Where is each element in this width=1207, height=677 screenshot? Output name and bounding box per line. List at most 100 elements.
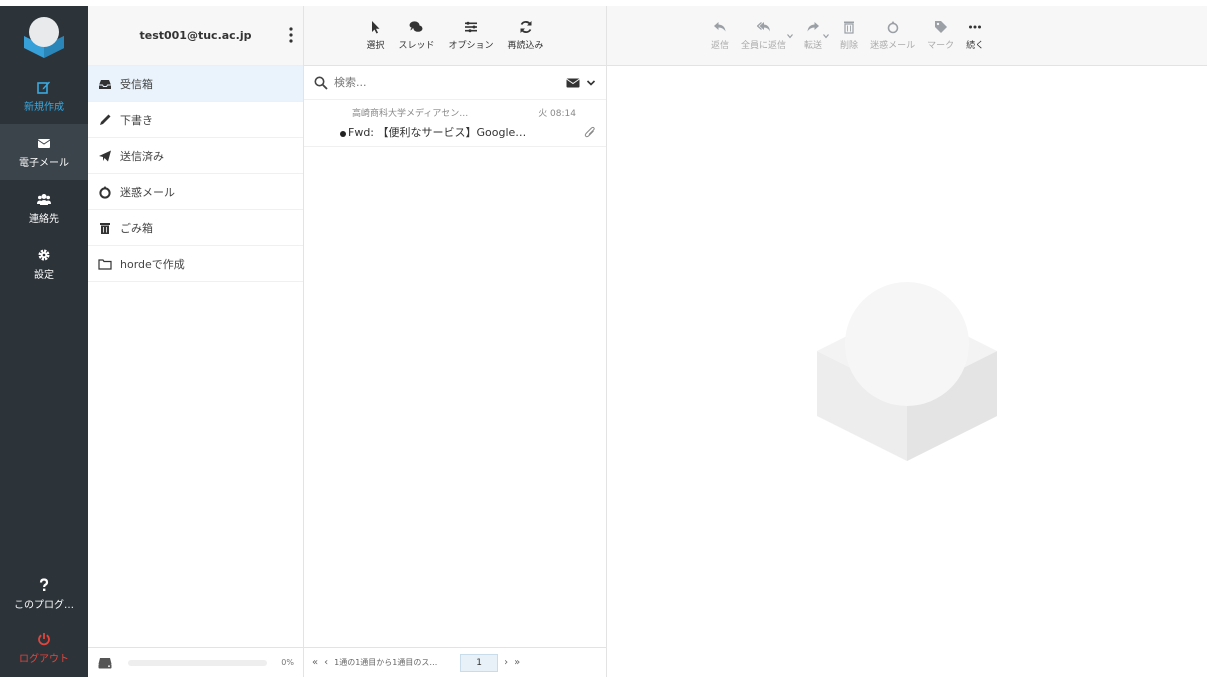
more-label: 続く (966, 41, 985, 51)
forward-dropdown-icon[interactable] (822, 32, 830, 40)
reply-all-button[interactable]: 全員に返信 (735, 10, 792, 62)
search-input[interactable] (334, 76, 566, 89)
delete-label: 削除 (840, 41, 859, 51)
list-icon (465, 21, 477, 33)
prev-page-button[interactable]: ‹ (324, 657, 328, 668)
mark-label: マーク (927, 41, 955, 51)
pointer-icon (372, 21, 380, 34)
envelope-icon (37, 138, 51, 148)
users-icon (37, 193, 51, 205)
nav-mail-label: 電子メール (19, 157, 69, 169)
options-label: オプション (448, 41, 494, 51)
account-email: test001@tuc.ac.jp (139, 29, 252, 42)
list-toolbar: 選択 スレッド オプション 再読込み (304, 6, 606, 66)
paper-plane-icon (99, 150, 111, 161)
nav-logout-label: ログアウト (19, 653, 69, 665)
power-icon (38, 632, 50, 645)
trash-icon (844, 21, 855, 34)
folder-inbox-label: 受信箱 (120, 77, 153, 91)
fire-icon (99, 185, 111, 199)
pagination-info: 1通の1通目から1通目のス… (334, 658, 438, 667)
account-menu-icon[interactable] (289, 26, 293, 44)
quota-bar: 0% (88, 647, 304, 677)
reply-button[interactable]: 返信 (705, 10, 735, 62)
chevron-down-icon[interactable] (586, 78, 596, 88)
junk-label: 迷惑メール (870, 41, 916, 51)
quota-progress (128, 659, 268, 666)
paperclip-icon (584, 126, 595, 138)
nav-mail[interactable]: 電子メール (0, 124, 88, 180)
compose-icon (37, 81, 50, 94)
refresh-label: 再読込み (507, 41, 544, 51)
pagination: « ‹ 1通の1通目から1通目のス… › » (304, 647, 607, 677)
gear-icon (38, 249, 50, 260)
search-icon[interactable] (314, 76, 328, 90)
roundcube-logo-icon (24, 17, 64, 58)
refresh-button[interactable]: 再読込み (502, 10, 550, 62)
folder-sent[interactable]: 送信済み (88, 138, 303, 174)
folder-junk-label: 迷惑メール (120, 185, 175, 199)
more-button[interactable]: 続く (960, 10, 990, 62)
junk-button[interactable]: 迷惑メール (864, 10, 921, 62)
main-nav: 新規作成 電子メール 連絡先 設定 このプログ… ログアウト (0, 6, 88, 677)
nav-logout[interactable]: ログアウト (0, 620, 88, 676)
reply-all-icon (756, 22, 770, 32)
question-icon (39, 577, 49, 591)
message-list-pane: 選択 スレッド オプション 再読込み 検索... 高崎商科大学メディアセン… 火… (304, 6, 607, 677)
mark-button[interactable]: マーク (921, 10, 960, 62)
reply-all-label: 全員に返信 (741, 41, 787, 51)
nav-about[interactable]: このプログ… (0, 566, 88, 622)
nav-contacts[interactable]: 連絡先 (0, 180, 88, 236)
preview-pane: 返信 全員に返信 転送 削除 迷惑メール マーク 続く (607, 6, 1207, 677)
options-button[interactable]: オプション (443, 10, 500, 62)
fire-icon (887, 21, 898, 34)
folder-sent-label: 送信済み (120, 149, 164, 163)
folder-horde[interactable]: hordeで作成 (88, 246, 303, 282)
message-subject: Fwd: 【便利なサービス】Google… (348, 126, 527, 139)
folder-junk[interactable]: 迷惑メール (88, 174, 303, 210)
folder-pane: test001@tuc.ac.jp 受信箱 下書き 送信済み 迷惑メール ごみ箱… (88, 6, 304, 677)
folder-trash-label: ごみ箱 (120, 221, 153, 235)
message-toolbar: 返信 全員に返信 転送 削除 迷惑メール マーク 続く (607, 6, 1207, 66)
folder-trash[interactable]: ごみ箱 (88, 210, 303, 246)
ellipsis-icon (969, 25, 982, 29)
folder-icon (98, 258, 112, 270)
folder-inbox[interactable]: 受信箱 (88, 66, 303, 102)
unread-dot-icon[interactable] (340, 131, 346, 137)
account-header: test001@tuc.ac.jp (88, 6, 303, 66)
search-bar (304, 66, 606, 100)
message-row[interactable]: 高崎商科大学メディアセン… 火 08:14 Fwd: 【便利なサービス】Goog… (304, 100, 606, 147)
nav-settings-label: 設定 (34, 269, 54, 281)
nav-compose-label: 新規作成 (24, 101, 64, 113)
folder-horde-label: hordeで作成 (120, 257, 185, 271)
tag-icon (934, 21, 947, 33)
inbox-icon (99, 79, 111, 89)
page-number-input[interactable] (460, 653, 499, 672)
app-logo[interactable] (0, 6, 88, 68)
nav-contacts-label: 連絡先 (29, 213, 59, 225)
nav-settings[interactable]: 設定 (0, 236, 88, 292)
select-button[interactable]: 選択 (360, 10, 390, 62)
folder-drafts[interactable]: 下書き (88, 102, 303, 138)
message-date: 火 08:14 (538, 109, 576, 119)
search-scope-envelope-icon[interactable] (566, 77, 580, 89)
forward-label: 転送 (804, 41, 823, 51)
nav-compose[interactable]: 新規作成 (0, 68, 88, 124)
empty-preview-logo-icon (817, 282, 997, 461)
quota-percent: 0% (281, 658, 294, 667)
thread-label: スレッド (398, 41, 435, 51)
hard-drive-icon (98, 657, 112, 668)
comments-icon (409, 21, 423, 32)
delete-button[interactable]: 削除 (834, 10, 864, 62)
last-page-button[interactable]: » (514, 657, 520, 668)
thread-button[interactable]: スレッド (392, 10, 440, 62)
next-page-button[interactable]: › (504, 657, 508, 668)
nav-about-label: このプログ… (14, 599, 74, 611)
trash-icon (100, 222, 110, 234)
reply-label: 返信 (711, 41, 730, 51)
first-page-button[interactable]: « (312, 657, 318, 668)
folder-drafts-label: 下書き (120, 113, 153, 127)
reply-all-dropdown-icon[interactable] (786, 32, 794, 40)
select-label: 選択 (366, 41, 385, 51)
reply-icon (714, 22, 726, 32)
